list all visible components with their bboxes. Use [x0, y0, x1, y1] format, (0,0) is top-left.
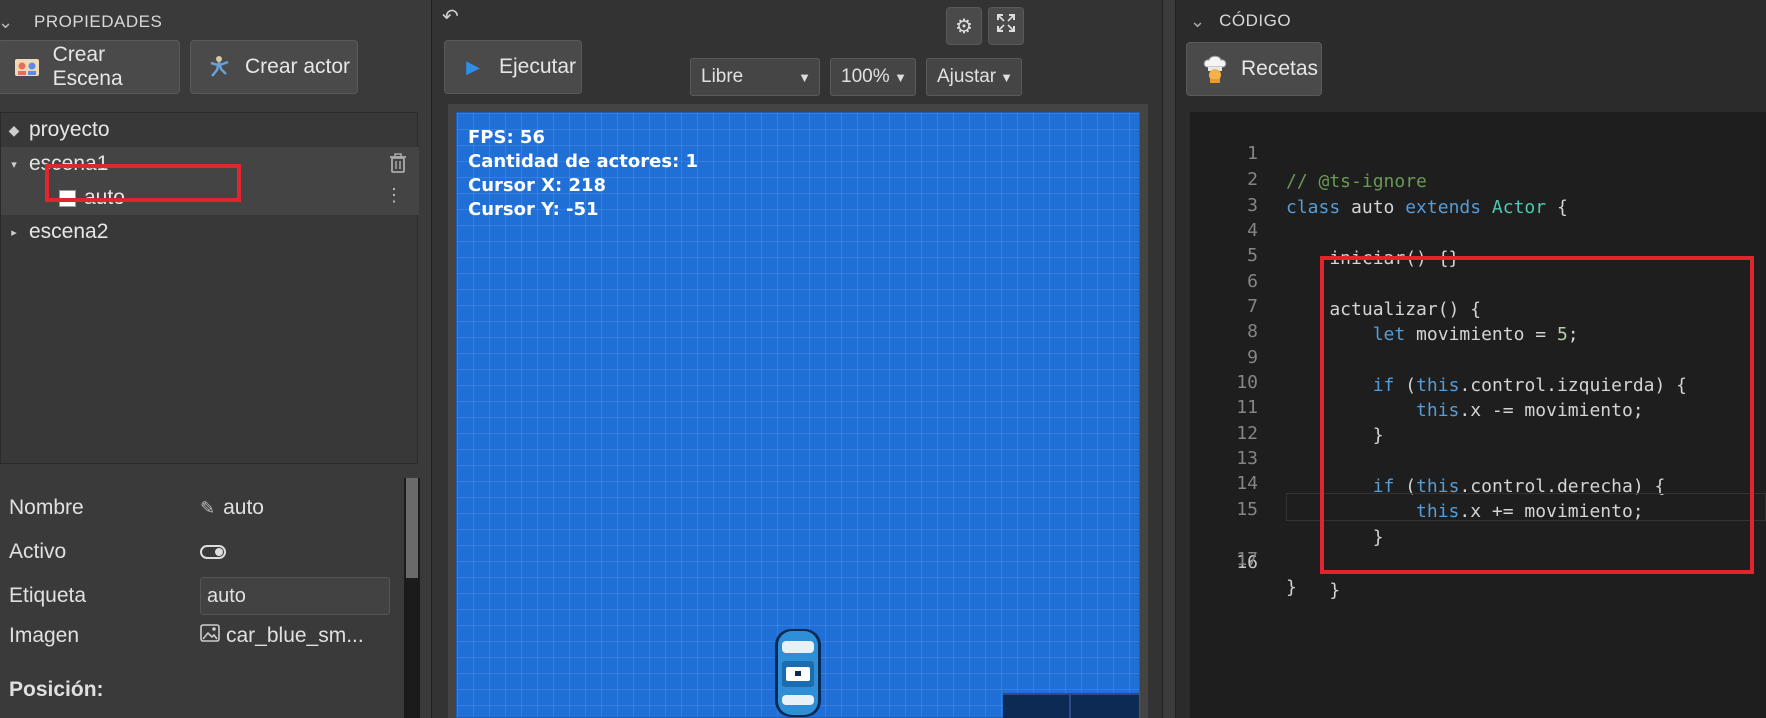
- prop-position-label: Posición:: [9, 678, 104, 701]
- properties-form: Nombre ✎ auto Activo Etiqueta auto Image…: [0, 478, 404, 718]
- fit-select[interactable]: Ajustar ▼: [926, 58, 1022, 96]
- prop-name-label: Nombre: [9, 496, 84, 519]
- code-header[interactable]: ⌄ CÓDIGO: [1190, 6, 1291, 36]
- properties-header[interactable]: ⌄ PROPIEDADES: [0, 0, 432, 44]
- highlight-actor-box: [45, 164, 241, 202]
- dropdown-arrow-icon: ▼: [798, 69, 811, 85]
- pencil-icon: ✎: [200, 497, 216, 518]
- hud-fps: FPS: 56: [468, 127, 545, 148]
- code-line: 2 class auto extends Actor {: [1247, 169, 1568, 218]
- run-label: Ejecutar: [499, 55, 577, 78]
- prop-image-value[interactable]: car_blue_sm...: [200, 624, 364, 648]
- code-line: 3: [1247, 195, 1258, 216]
- play-icon: ▶: [466, 56, 480, 77]
- image-icon: [200, 624, 220, 648]
- tag-input[interactable]: auto: [200, 577, 390, 615]
- active-toggle[interactable]: [200, 545, 226, 559]
- trash-icon[interactable]: [389, 153, 409, 175]
- prop-tag-label: Etiqueta: [9, 584, 87, 607]
- prop-position-row: Posición:: [0, 670, 404, 710]
- dropdown-arrow-icon: ▼: [1000, 69, 1013, 85]
- recipes-button[interactable]: Recetas: [1186, 42, 1322, 96]
- more-options-icon[interactable]: ⋮: [385, 185, 403, 206]
- prop-name-row: Nombre ✎ auto: [0, 488, 404, 528]
- prop-name-value[interactable]: ✎ auto: [200, 496, 264, 520]
- prop-image-label: Imagen: [9, 624, 80, 647]
- game-canvas[interactable]: FPS: 56 Cantidad de actores: 1 Cursor X:…: [456, 112, 1140, 718]
- properties-panel: ⌄ PROPIEDADES Crear Escena Crear actor ◆…: [0, 0, 432, 718]
- chevron-down-icon[interactable]: ⌄: [1190, 11, 1205, 32]
- app-window: ⌄ PROPIEDADES Crear Escena Crear actor ◆…: [0, 0, 1766, 718]
- create-scene-label: Crear Escena: [52, 43, 123, 90]
- zoom-select[interactable]: 100% ▼: [830, 58, 916, 96]
- properties-scrollbar[interactable]: [404, 478, 420, 718]
- caret-right-icon[interactable]: ▸: [5, 226, 23, 239]
- tree-item-project[interactable]: ◆ proyecto: [1, 113, 419, 147]
- scrollbar-thumb[interactable]: [406, 478, 418, 578]
- dark-tiles: [1003, 693, 1139, 718]
- hud-cursor-x: Cursor X: 218: [468, 175, 607, 196]
- undo-icon[interactable]: ↶: [442, 4, 459, 29]
- toggle-switch[interactable]: [200, 545, 226, 559]
- create-actor-button[interactable]: Crear actor: [190, 40, 358, 94]
- hud-cursor-y: Cursor Y: -51: [468, 199, 599, 220]
- dropdown-arrow-icon: ▼: [894, 69, 907, 85]
- tree-item-label: escena2: [29, 220, 109, 243]
- panel-separator[interactable]: [1162, 0, 1176, 718]
- car-sprite[interactable]: [772, 627, 824, 718]
- expand-icon: [996, 13, 1016, 39]
- tree-item-escena2[interactable]: ▸ escena2: [1, 215, 419, 249]
- caret-down-icon[interactable]: ▾: [5, 158, 23, 171]
- create-scene-button[interactable]: Crear Escena: [0, 40, 180, 94]
- mode-select[interactable]: Libre ▼: [690, 58, 820, 96]
- prop-active-label: Activo: [9, 540, 67, 563]
- properties-title: PROPIEDADES: [34, 12, 163, 31]
- code-line: 4 iniciar() {}: [1247, 220, 1460, 269]
- recipes-label: Recetas: [1241, 57, 1319, 80]
- tree-item-label: proyecto: [29, 118, 110, 141]
- code-line: 5: [1247, 245, 1258, 266]
- code-line: 1 // @ts-ignore: [1247, 143, 1427, 192]
- create-actor-label: Crear actor: [245, 55, 351, 78]
- prop-active-row: Activo: [0, 532, 404, 572]
- gear-icon: ⚙: [955, 15, 973, 38]
- actor-icon: [205, 53, 233, 81]
- diamond-icon: ◆: [8, 121, 20, 138]
- prop-image-row: Imagen car_blue_sm...: [0, 616, 404, 656]
- hud-actor-count: Cantidad de actores: 1: [468, 151, 699, 172]
- game-panel: ↶ ⚙ ▶ Ejecutar Libre ▼ 100% ▼ Ajustar ▼ …: [432, 0, 1162, 718]
- run-button[interactable]: ▶ Ejecutar: [444, 40, 582, 94]
- people-icon: [13, 53, 41, 81]
- chef-icon: [1201, 55, 1229, 83]
- code-title: CÓDIGO: [1219, 11, 1292, 30]
- fullscreen-button[interactable]: [988, 7, 1024, 45]
- chevron-down-icon[interactable]: ⌄: [0, 11, 20, 33]
- prop-tag-row: Etiqueta auto: [0, 576, 404, 616]
- highlight-code-box: [1320, 256, 1754, 574]
- settings-button[interactable]: ⚙: [946, 7, 982, 45]
